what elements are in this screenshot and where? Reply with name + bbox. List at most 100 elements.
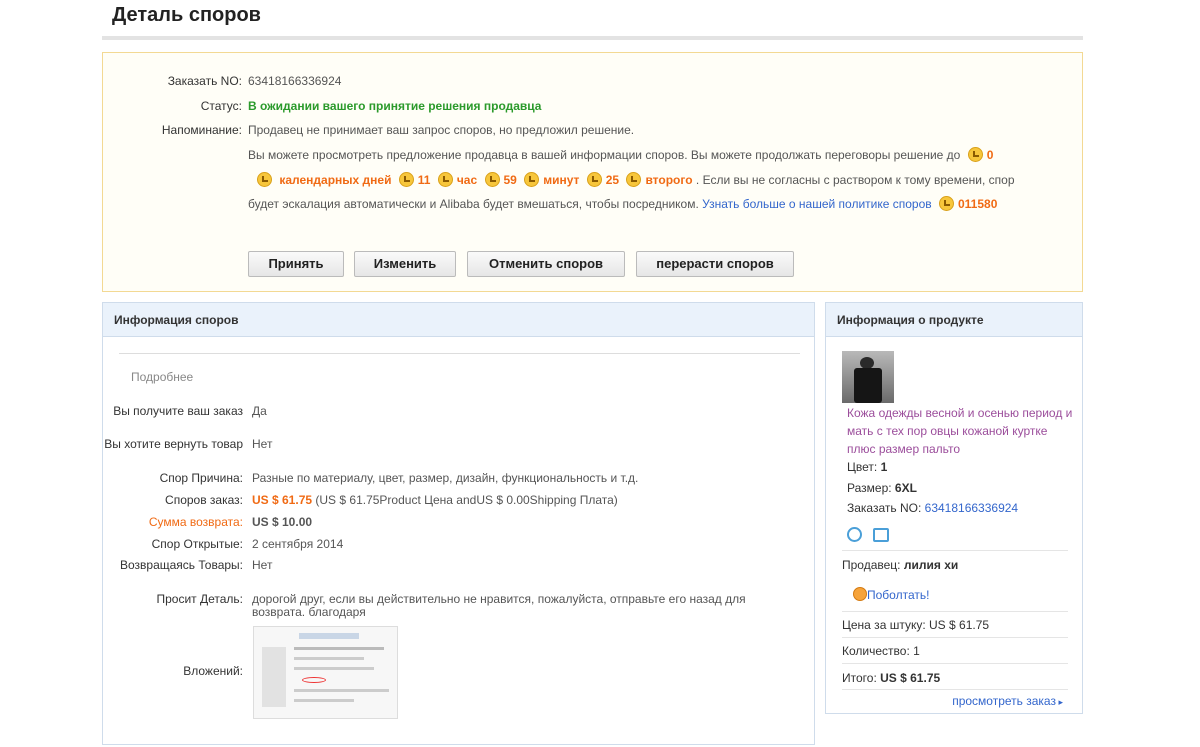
countdown-hours: 11 — [417, 173, 431, 187]
countdown: календарных дней 11 час 59 минут 25 втор… — [253, 171, 1015, 189]
quantity-value: 1 — [913, 644, 920, 658]
chevron-right-icon: ▸ — [1055, 697, 1063, 707]
accept-button[interactable]: Принять — [248, 251, 344, 277]
clock-icon — [938, 196, 954, 211]
policy-link[interactable]: Узнать больше о нашей политике споров — [702, 197, 932, 211]
cancel-dispute-button[interactable]: Отменить споров — [467, 251, 625, 277]
order-row: Заказать NO: 63418166336924 — [847, 499, 1018, 517]
size-label: Размер: — [847, 481, 892, 495]
product-info-panel: Информация о продукте Кожа одежды весной… — [825, 302, 1083, 714]
title-divider — [102, 36, 1083, 40]
detail-label: Спор Причина: — [159, 471, 243, 485]
clock-icon — [524, 172, 540, 187]
unit-price-label: Цена за штуку: — [842, 618, 926, 632]
status-row: Статус: В ожидании вашего принятие решен… — [103, 97, 1082, 115]
dispute-info-header: Информация споров — [103, 303, 814, 337]
detail-label: Вы хотите вернуть товар — [104, 437, 243, 451]
color-value: 1 — [880, 460, 888, 474]
reminder-text-2: Вы можете просмотреть предложение продав… — [248, 148, 961, 162]
clock-icon — [257, 172, 272, 187]
divider — [842, 611, 1068, 612]
countdown-row: календарных дней 11 час 59 минут 25 втор… — [103, 171, 1082, 189]
divider — [842, 663, 1068, 664]
detail-label: Вы получите ваш заказ — [113, 404, 243, 418]
escalate-dispute-button[interactable]: перерасти споров — [636, 251, 794, 277]
reminder-row: Напоминание: Продавец не принимает ваш з… — [103, 121, 1082, 139]
detail-value: Разные по материалу, цвет, размер, дизай… — [252, 471, 639, 485]
clock-icon — [626, 172, 642, 187]
reminder-text-4: будет эскалация автоматически и Alibaba … — [248, 197, 699, 211]
detail-label: Возвращаясь Товары: — [119, 558, 243, 572]
clock-icon — [484, 172, 500, 187]
product-title-link[interactable]: Кожа одежды весной и осенью период и мат… — [847, 404, 1077, 458]
reminder-line-2: Вы можете просмотреть предложение продав… — [248, 146, 993, 164]
dispute-amount-breakdown: (US $ 61.75Product Цена andUS $ 0.00Ship… — [312, 493, 618, 507]
detail-label: Просит Деталь: — [156, 592, 243, 606]
chat-face-icon — [853, 587, 867, 601]
detail-label: Споров заказ: — [165, 493, 243, 507]
divider — [842, 689, 1068, 690]
chat-button[interactable]: Поболтать! — [853, 586, 929, 604]
order-row: Заказать NO: 63418166336924 — [103, 72, 1082, 90]
detail-value: US $ 61.75 (US $ 61.75Product Цена andUS… — [252, 494, 618, 507]
reminder-label: Напоминание: — [161, 123, 242, 137]
product-image[interactable] — [842, 351, 894, 403]
reminder-text-3: . Если вы не согласны с раствором к тому… — [695, 173, 1015, 187]
order-label: Заказать NO: — [847, 501, 922, 515]
order-label: Заказать NO: — [167, 74, 242, 88]
detail-value: Нет — [252, 558, 273, 572]
dispute-amount: US $ 61.75 — [252, 493, 313, 507]
unit-price-value: US $ 61.75 — [929, 618, 990, 632]
section-divider — [119, 353, 800, 354]
minutes-label: минут — [543, 173, 580, 187]
modify-button[interactable]: Изменить — [354, 251, 456, 277]
seller-row: Продавец: лилия хи — [842, 556, 958, 574]
size-row: Размер: 6XL — [847, 479, 917, 497]
detail-value: дорогой друг, если вы действительно не н… — [252, 592, 746, 619]
countdown-minutes: 59 — [503, 173, 517, 187]
divider — [842, 637, 1068, 638]
reminder-line-1: Продавец не принимает ваш запрос споров,… — [248, 123, 635, 137]
color-row: Цвет: 1 — [847, 458, 887, 476]
calendar-icon[interactable] — [873, 528, 889, 542]
size-value: 6XL — [894, 481, 917, 495]
color-label: Цвет: — [847, 460, 878, 474]
total-label: Итого: — [842, 671, 877, 685]
hours-label: час — [456, 173, 478, 187]
status-value: В ожидании вашего принятие решения прода… — [248, 99, 542, 113]
clock-icon — [967, 147, 983, 162]
chat-label: Поболтать! — [867, 588, 930, 602]
clock-icon — [398, 172, 414, 187]
detail-label: Вложений: — [183, 664, 243, 678]
quantity-label: Количество: — [842, 644, 910, 658]
seller-name: лилия хи — [903, 558, 959, 572]
order-number-link[interactable]: 63418166336924 — [925, 501, 1018, 515]
detail-label: Спор Открытые: — [151, 537, 243, 551]
countdown-seconds: 25 — [605, 173, 620, 187]
divider — [842, 550, 1068, 551]
reminder-line-4: будет эскалация автоматически и Alibaba … — [248, 195, 997, 213]
dispute-status-box: Заказать NO: 63418166336924 Статус: В ож… — [102, 52, 1083, 292]
reminder-row-2: Вы можете просмотреть предложение продав… — [103, 146, 1082, 164]
total-row: Итого: US $ 61.75 — [842, 669, 940, 687]
detail-value: Нет — [252, 437, 273, 451]
page-title: Деталь споров — [112, 4, 261, 26]
detail-label: Сумма возврата: — [148, 515, 243, 529]
view-order-link[interactable]: просмотреть заказ ▸ — [952, 694, 1063, 708]
reminder-row-4: будет эскалация автоматически и Alibaba … — [103, 195, 1082, 213]
alarm-clock-icon[interactable] — [847, 527, 862, 542]
countdown-days: 0 — [986, 148, 994, 162]
seller-label: Продавец: — [842, 558, 901, 572]
product-info-header: Информация о продукте — [826, 303, 1082, 337]
days-label: календарных дней — [279, 173, 392, 187]
status-label: Статус: — [200, 99, 242, 113]
view-order-label: просмотреть заказ — [952, 694, 1056, 708]
clock-icon — [437, 172, 453, 187]
attachment-thumbnail[interactable] — [253, 626, 398, 719]
seconds-label: второго — [645, 173, 693, 187]
unit-price-row: Цена за штуку: US $ 61.75 — [842, 616, 989, 634]
refund-amount: US $ 10.00 — [252, 515, 313, 529]
total-value: US $ 61.75 — [880, 671, 941, 685]
detail-value: 2 сентября 2014 — [252, 537, 344, 551]
detail-value: Да — [252, 404, 267, 418]
